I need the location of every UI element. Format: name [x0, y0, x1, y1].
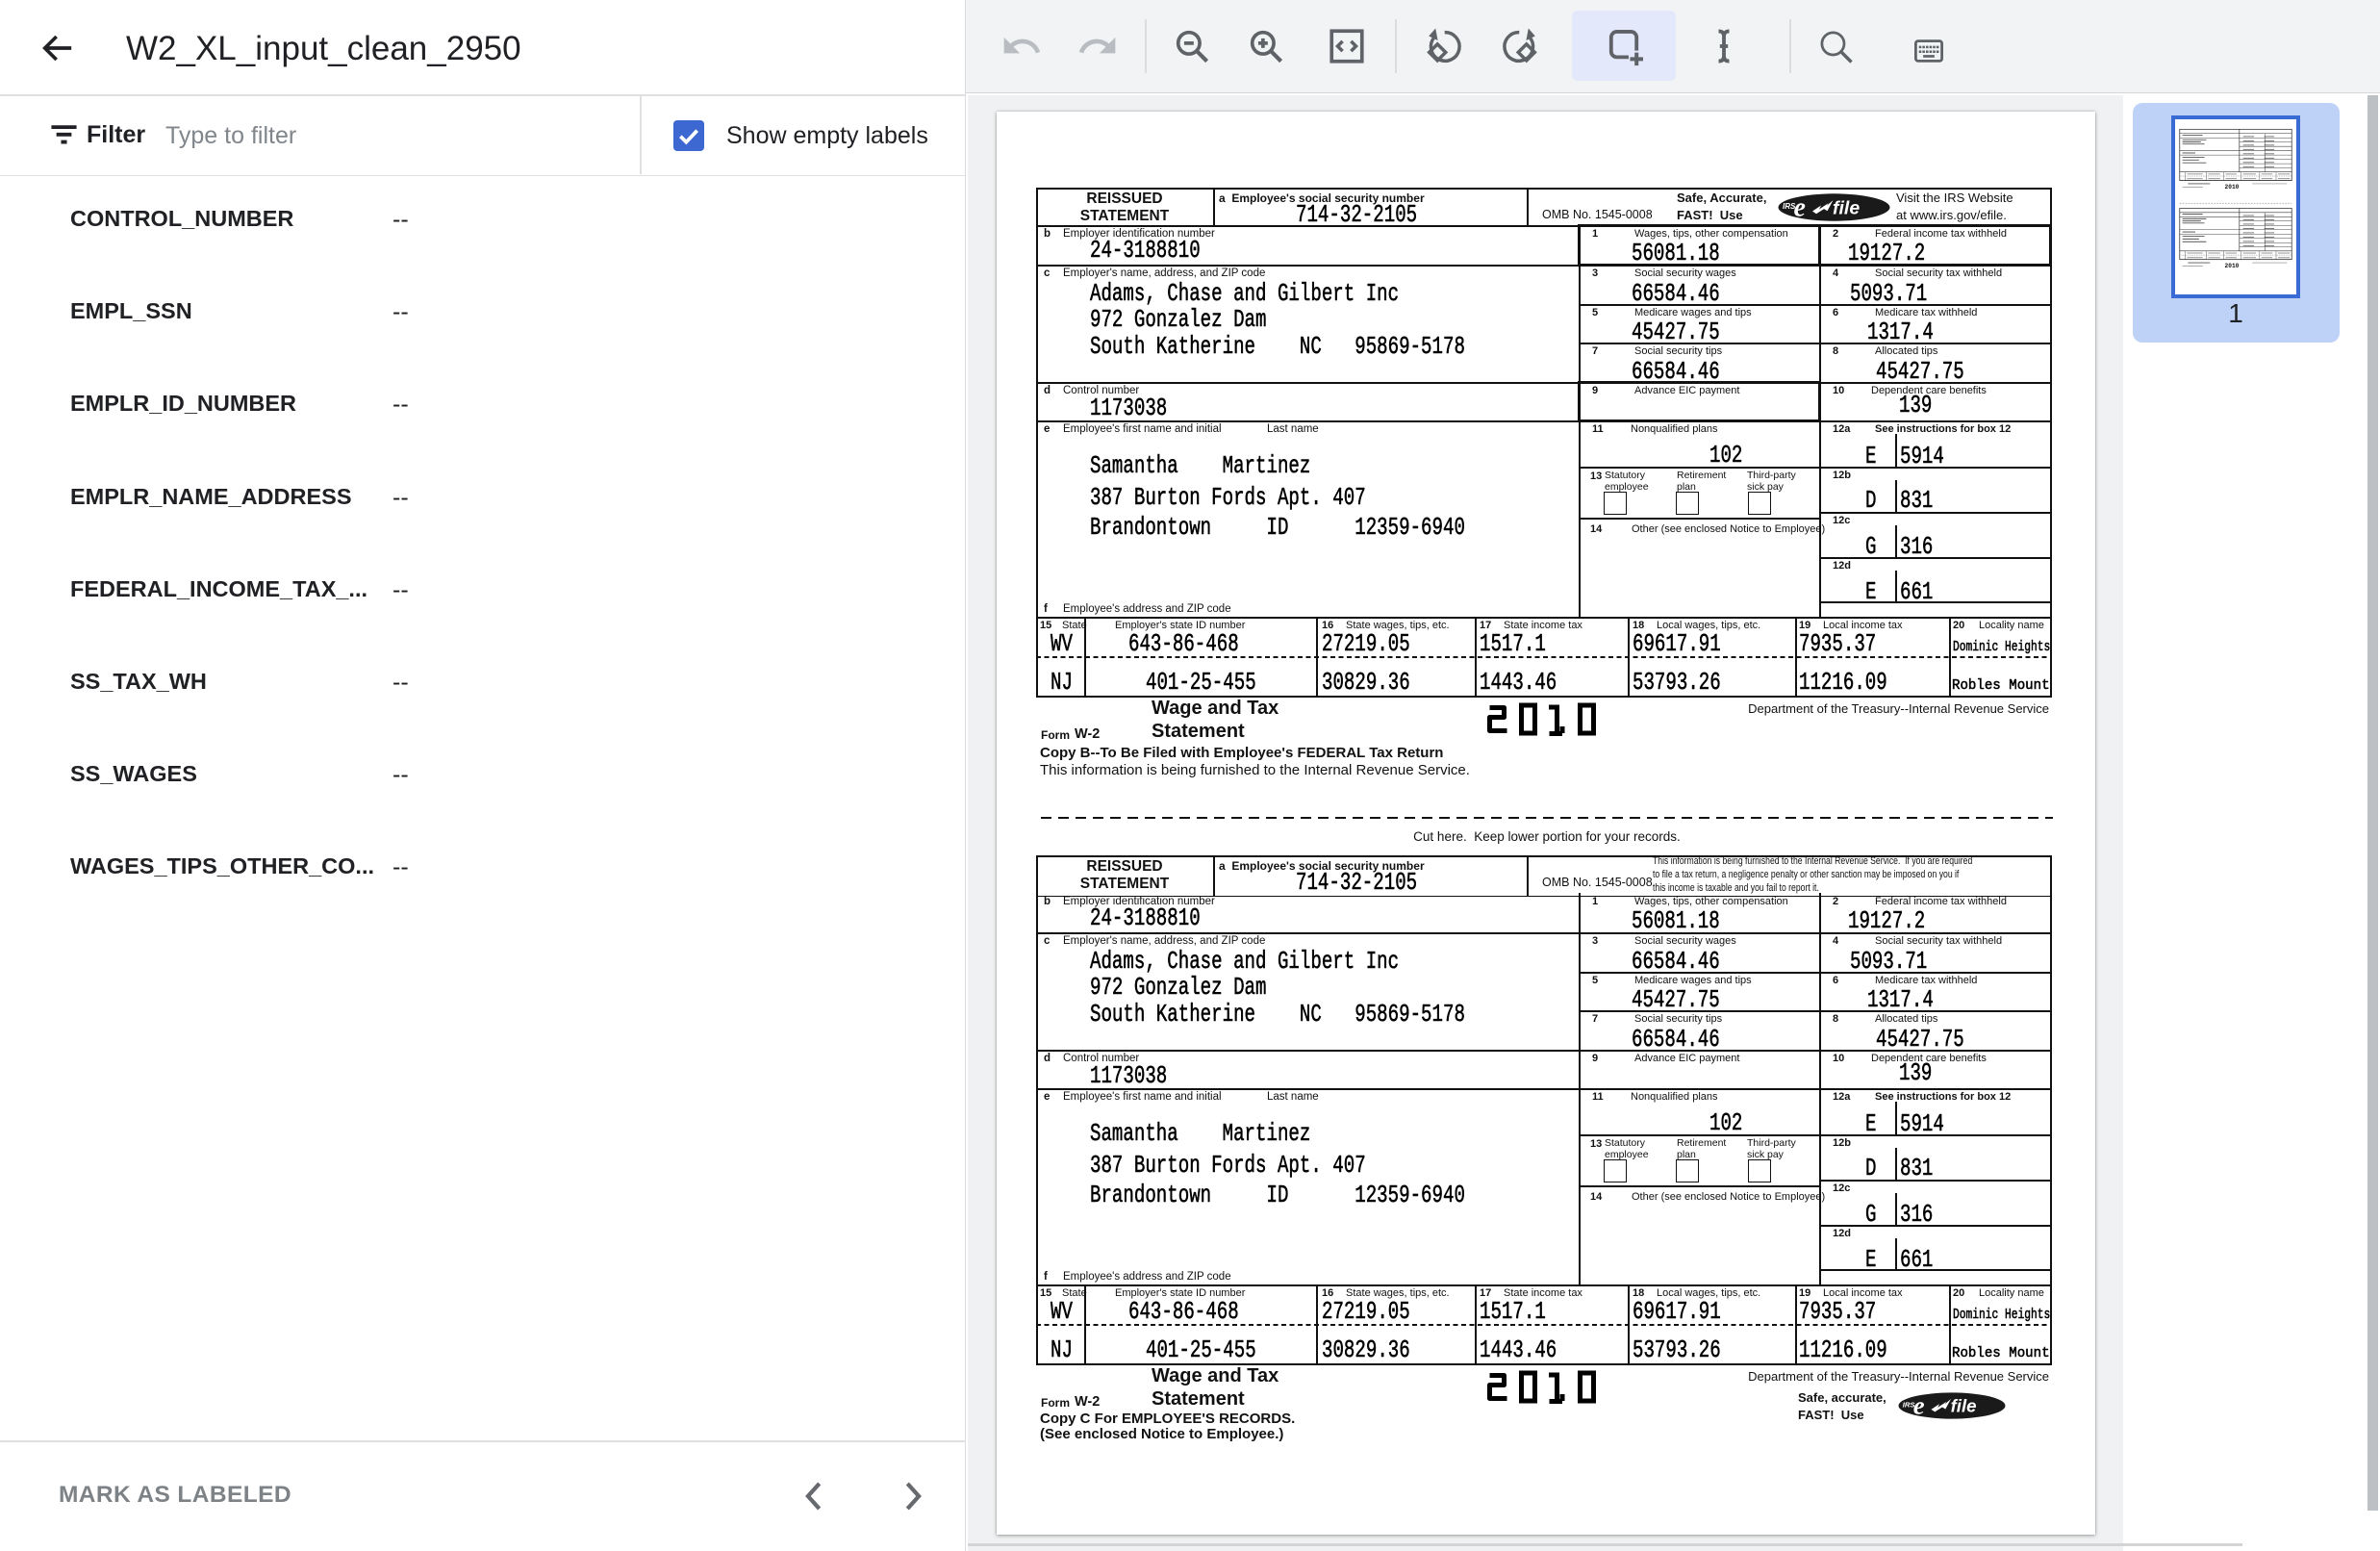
svg-text:e: e [1913, 1391, 1925, 1420]
svg-text:e: e [1794, 193, 1806, 221]
svg-text:file: file [1951, 1396, 1977, 1416]
svg-text:file: file [1833, 198, 1860, 219]
svg-text:2010: 2010 [2225, 263, 2240, 269]
svg-text:2010: 2010 [2225, 184, 2240, 191]
